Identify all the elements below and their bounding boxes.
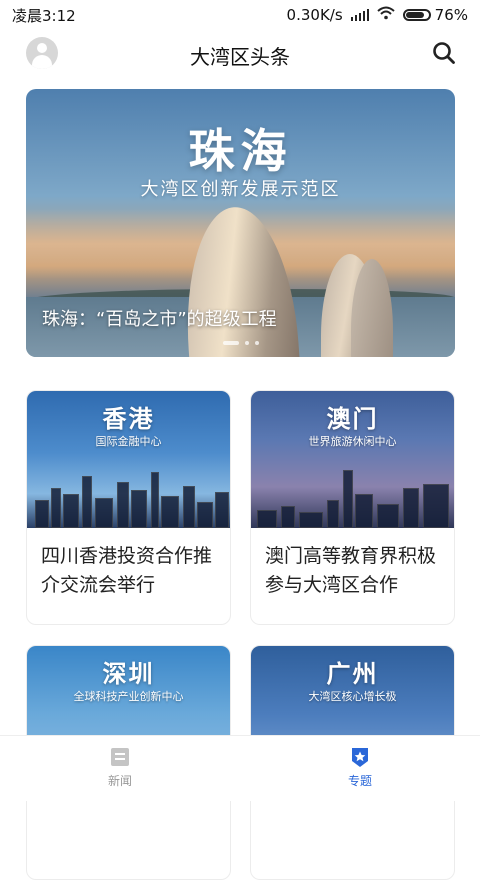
status-right: 0.30K/s 76% — [287, 6, 468, 24]
tab-topics[interactable]: 专题 — [320, 746, 400, 789]
search-icon[interactable] — [432, 41, 456, 65]
card-tagline: 国际金融中心 — [95, 435, 162, 448]
card-city: 香港 — [102, 405, 155, 433]
status-time: 凌晨3:12 — [12, 6, 76, 25]
user-icon-body — [32, 55, 52, 69]
card-city: 澳门 — [326, 405, 379, 433]
card-headline: 澳门高等教育界积极参与大湾区合作 — [265, 545, 437, 596]
topic-card-macau[interactable]: 澳门 世界旅游休闲中心 澳门高等教育界积极参与大湾区合作 — [250, 390, 455, 625]
battery-icon — [402, 9, 431, 21]
battery-percent: 76% — [434, 6, 468, 24]
card-image: 澳门 世界旅游休闲中心 — [251, 391, 454, 528]
battery: 76% — [402, 6, 468, 24]
hero-banner[interactable]: 珠海 大湾区创新发展示范区 珠海：“百岛之市”的超级工程 — [26, 89, 455, 357]
tab-topics-label: 专题 — [347, 774, 372, 788]
signal-icon — [350, 9, 369, 21]
topic-card-hong-kong[interactable]: 香港 国际金融中心 四川香港投资合作推介交流会举行 — [26, 390, 231, 625]
city-skyline — [27, 468, 230, 528]
status-bar: 凌晨3:12 0.30K/s 76% — [0, 0, 480, 30]
tab-news-label: 新闻 — [107, 774, 132, 788]
network-speed: 0.30K/s — [286, 6, 343, 24]
card-city: 深圳 — [102, 660, 155, 688]
hero-caption[interactable]: 珠海：“百岛之市”的超级工程 — [42, 305, 277, 331]
avatar[interactable] — [26, 37, 58, 69]
wifi-icon — [376, 6, 395, 24]
carousel-pagination[interactable] — [26, 341, 455, 345]
carousel-dot-active[interactable] — [222, 341, 239, 345]
tab-news[interactable]: 新闻 — [80, 746, 160, 789]
card-tagline: 世界旅游休闲中心 — [308, 435, 397, 448]
user-icon-head — [37, 43, 47, 53]
hero-title: 珠海 — [188, 124, 293, 178]
card-city: 广州 — [326, 660, 379, 688]
news-icon — [109, 746, 131, 768]
card-headline: 四川香港投资合作推介交流会举行 — [41, 545, 213, 596]
city-skyline — [251, 468, 454, 528]
topic-star-shield-icon — [349, 746, 371, 768]
hero-subtitle: 大湾区创新发展示范区 — [140, 179, 341, 200]
app-header: 大湾区头条 — [0, 30, 480, 80]
bottom-tab-bar: 新闻 专题 — [0, 735, 480, 801]
carousel-dot[interactable] — [244, 341, 249, 345]
carousel-dot[interactable] — [254, 341, 259, 345]
page-title: 大湾区头条 — [190, 44, 290, 69]
card-tagline: 全球科技产业创新中心 — [73, 690, 184, 703]
card-image: 香港 国际金融中心 — [27, 391, 230, 528]
card-tagline: 大湾区核心增长极 — [308, 690, 397, 703]
